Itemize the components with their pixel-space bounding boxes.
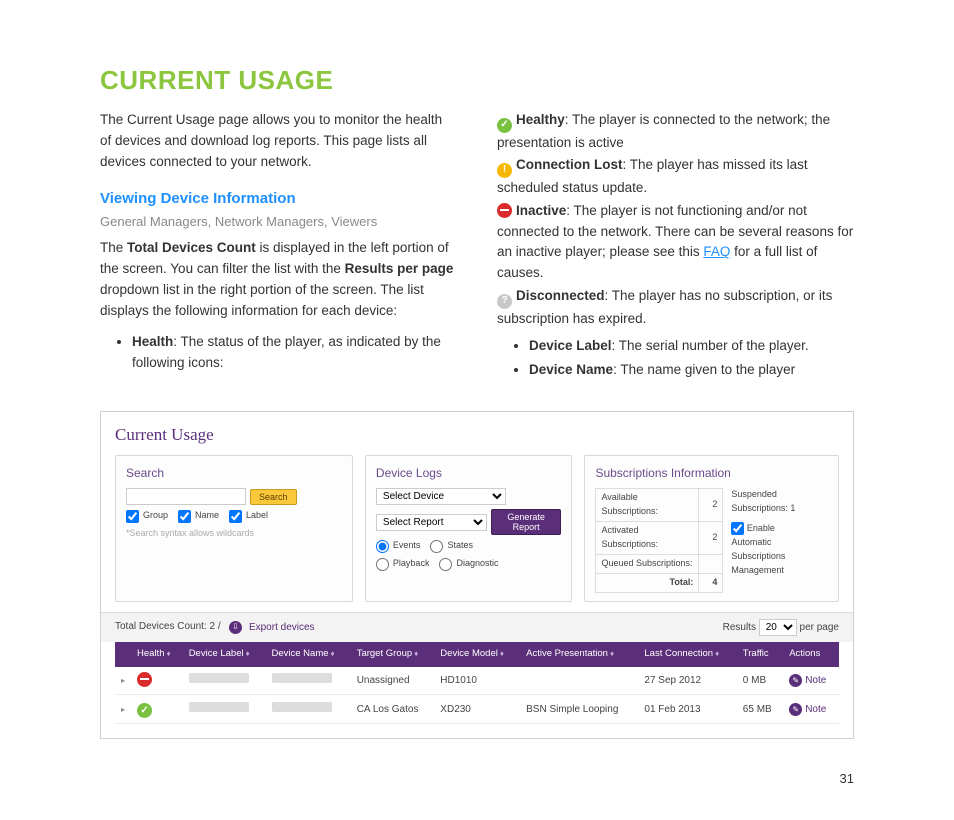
checkbox-group[interactable] xyxy=(126,510,139,523)
check-icon: ✓ xyxy=(497,118,512,133)
bullet-device-name: Device Name: The name given to the playe… xyxy=(529,360,854,381)
col-traffic: Traffic xyxy=(737,642,783,667)
search-heading: Search xyxy=(126,464,342,483)
export-devices-link[interactable]: ⇩Export devices xyxy=(229,620,315,636)
devices-table: Health♦ Device Label♦ Device Name♦ Targe… xyxy=(115,642,839,724)
select-device[interactable]: Select Device xyxy=(376,488,506,505)
search-button[interactable]: Search xyxy=(250,489,297,505)
expand-icon[interactable]: ▸ xyxy=(121,676,125,685)
table-row: ▸ Unassigned HD1010 27 Sep 2012 0 MB ✎No… xyxy=(115,667,839,695)
status-inactive: Inactive: The player is not functioning … xyxy=(497,201,854,285)
warning-icon: ! xyxy=(497,163,512,178)
logs-heading: Device Logs xyxy=(376,464,562,483)
redacted xyxy=(189,702,249,712)
total-devices-count: Total Devices Count: 2 / xyxy=(115,621,221,632)
radio-events[interactable] xyxy=(376,540,389,553)
device-info-para: The Total Devices Count is displayed in … xyxy=(100,238,457,322)
redacted xyxy=(272,673,332,683)
intro-text: The Current Usage page allows you to mon… xyxy=(100,110,457,173)
roles-line: General Managers, Network Managers, View… xyxy=(100,212,457,232)
inactive-icon xyxy=(137,672,152,687)
subscriptions-panel: Subscriptions Information Available Subs… xyxy=(584,455,839,602)
radio-states[interactable] xyxy=(430,540,443,553)
page-number: 31 xyxy=(100,769,854,789)
screenshot-title: Current Usage xyxy=(101,412,853,454)
checkbox-name[interactable] xyxy=(178,510,191,523)
select-report[interactable]: Select Report xyxy=(376,514,487,531)
logs-panel: Device Logs Select Device Select Report … xyxy=(365,455,573,602)
bullet-device-label: Device Label: The serial number of the p… xyxy=(529,336,854,357)
subscriptions-heading: Subscriptions Information xyxy=(595,464,828,483)
radio-diagnostic[interactable] xyxy=(439,558,452,571)
question-icon: ? xyxy=(497,294,512,309)
export-icon: ⇩ xyxy=(229,621,242,634)
col-expand xyxy=(115,642,131,667)
status-disconnected: ?Disconnected: The player has no subscri… xyxy=(497,286,854,329)
check-icon: ✓ xyxy=(137,703,152,718)
expand-icon[interactable]: ▸ xyxy=(121,705,125,714)
screenshot-panel: Current Usage Search Search Group Name L… xyxy=(100,411,854,739)
search-input[interactable] xyxy=(126,488,246,505)
radio-playback[interactable] xyxy=(376,558,389,571)
bullet-health: Health: The status of the player, as ind… xyxy=(132,332,457,374)
status-healthy: ✓Healthy: The player is connected to the… xyxy=(497,110,854,153)
search-hint: *Search syntax allows wildcards xyxy=(126,527,342,541)
inactive-icon xyxy=(497,203,512,218)
col-device-name[interactable]: Device Name♦ xyxy=(266,642,351,667)
status-connection-lost: !Connection Lost: The player has missed … xyxy=(497,155,854,198)
col-last-connection[interactable]: Last Connection♦ xyxy=(638,642,736,667)
faq-link[interactable]: FAQ xyxy=(703,244,730,259)
results-per-page-select[interactable]: 20 xyxy=(759,619,797,636)
generate-report-button[interactable]: Generate Report xyxy=(491,509,562,535)
col-target-group[interactable]: Target Group♦ xyxy=(351,642,435,667)
col-health[interactable]: Health♦ xyxy=(131,642,183,667)
note-link[interactable]: Note xyxy=(805,675,826,686)
col-active-presentation[interactable]: Active Presentation♦ xyxy=(520,642,638,667)
suspended-text: Suspended Subscriptions: 1 xyxy=(731,488,816,516)
search-panel: Search Search Group Name Label *Search s… xyxy=(115,455,353,602)
note-icon[interactable]: ✎ xyxy=(789,674,802,687)
table-row: ▸ ✓ CA Los Gatos XD230 BSN Simple Loopin… xyxy=(115,695,839,724)
redacted xyxy=(272,702,332,712)
col-device-model[interactable]: Device Model♦ xyxy=(434,642,520,667)
note-link[interactable]: Note xyxy=(805,704,826,715)
subscriptions-table: Available Subscriptions:2 Activated Subs… xyxy=(595,488,723,593)
checkbox-auto-subs[interactable] xyxy=(731,522,744,535)
page-title: CURRENT USAGE xyxy=(100,60,854,100)
col-device-label[interactable]: Device Label♦ xyxy=(183,642,266,667)
checkbox-label[interactable] xyxy=(229,510,242,523)
col-actions: Actions xyxy=(783,642,839,667)
note-icon[interactable]: ✎ xyxy=(789,703,802,716)
redacted xyxy=(189,673,249,683)
section-heading: Viewing Device Information xyxy=(100,187,457,210)
